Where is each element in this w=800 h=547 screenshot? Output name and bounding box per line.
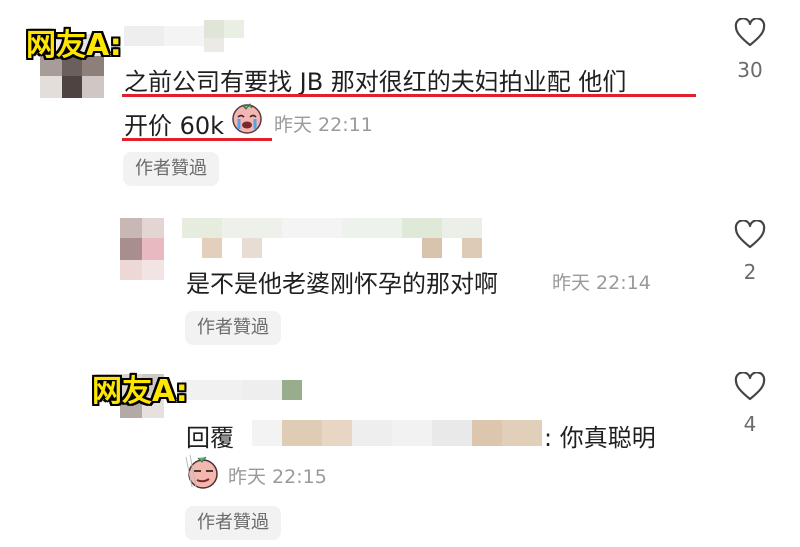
like-count: 4 [743,412,757,436]
comment-3: 网友A: 回覆 : 你真聪明 昨天 22:15 作者贊過 4 [0,0,800,547]
username-blurred[interactable] [182,378,302,402]
like-button[interactable]: 4 [730,372,770,436]
comment-text: : 你真聪明 [544,424,656,452]
smirking-face-sticker-icon [184,453,222,491]
mentioned-username-blurred[interactable] [252,416,542,450]
reply-prefix: 回覆 [186,424,234,452]
heart-icon [734,372,766,401]
annotation-tag: 网友A: [92,374,188,409]
author-liked-badge: 作者贊過 [185,506,281,540]
comment-timestamp: 昨天 22:15 [228,466,327,488]
